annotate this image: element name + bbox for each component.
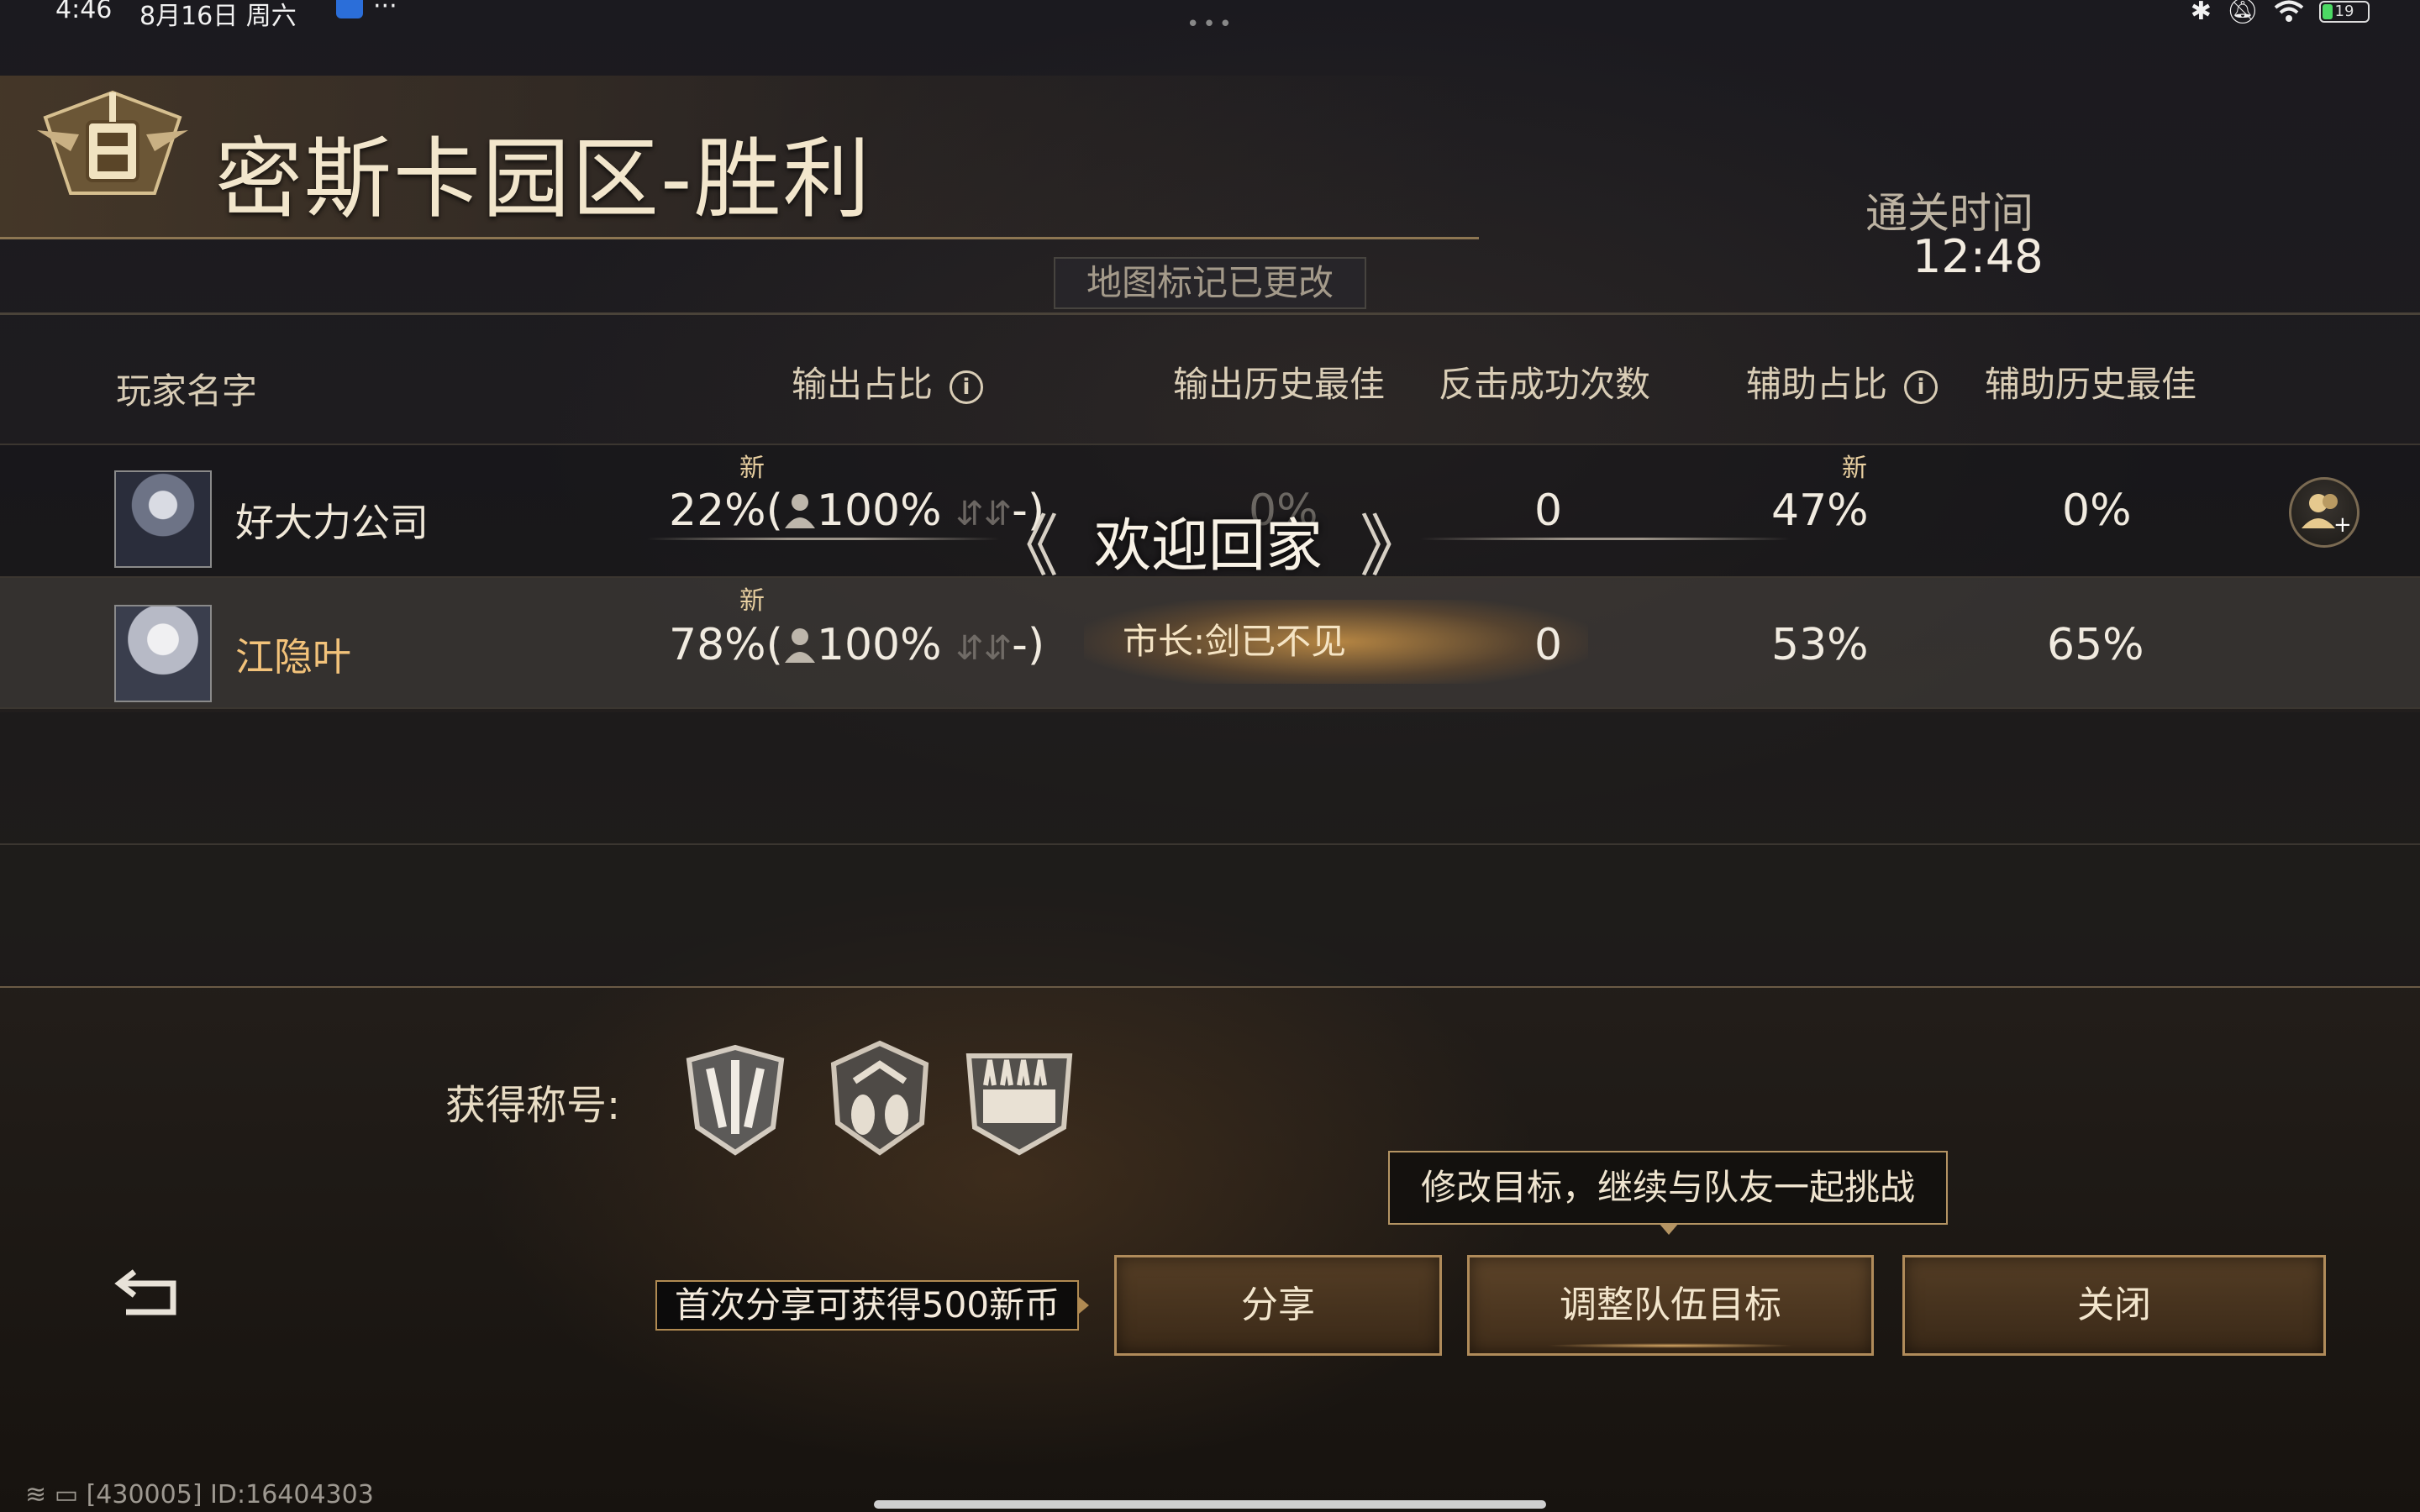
- svg-text:+: +: [2333, 512, 2352, 538]
- battery-icon: 19: [2319, 0, 2370, 23]
- damage-share-value: 22%(: [669, 486, 783, 536]
- footer-connection-info: ≋ ▭ [430005] ID:16404303: [25, 1480, 374, 1509]
- header-support-best: 辅助历史最佳: [1985, 364, 2197, 405]
- welcome-right-chevron: 》: [1360, 507, 1427, 585]
- damage-info-icon[interactable]: i: [950, 370, 984, 404]
- clear-time-value: 12:48: [1912, 230, 2044, 283]
- person-icon: [784, 494, 815, 528]
- player-name: 好大力公司: [235, 500, 429, 545]
- title-badge-fortress-icon[interactable]: [956, 1035, 1082, 1161]
- welcome-line-right: [1420, 538, 1790, 540]
- support-best-cell: 0%: [2062, 486, 2132, 536]
- home-indicator[interactable]: [874, 1500, 1546, 1509]
- page-title: 密斯卡园区-胜利: [215, 128, 872, 230]
- share-reward-hint: 首次分享可获得500新币: [655, 1280, 1079, 1331]
- status-date: 8月16日 周六: [139, 2, 297, 31]
- welcome-left-chevron: 《: [992, 507, 1059, 585]
- hidden-value-icon: ⇵⇵: [955, 629, 1013, 668]
- player-name: 江隐叶: [235, 634, 351, 680]
- status-bar: 4:46 8月16日 周六 ··· ••• ✱ 🔕︎ 19: [0, 0, 2420, 37]
- status-time: 4:46: [55, 0, 113, 24]
- damage-tail: -): [1012, 620, 1045, 670]
- damage-team-value: 100%: [816, 620, 942, 670]
- battery-level: 19: [2334, 2, 2354, 20]
- counter-cell: 0: [1534, 620, 1563, 670]
- header-support-share-label: 辅助占比: [1746, 364, 1888, 405]
- title-badge-claws-icon[interactable]: [672, 1035, 798, 1161]
- status-more: ···: [373, 0, 397, 21]
- titles-label: 获得称号:: [445, 1082, 621, 1129]
- wifi-icon: [2274, 0, 2304, 22]
- share-button[interactable]: 分享: [1114, 1255, 1442, 1356]
- avatar[interactable]: [114, 605, 212, 702]
- new-record-badge: 新: [739, 586, 765, 616]
- avatar[interactable]: [114, 470, 212, 568]
- mayor-title-banner: 市长:剑已不见: [1084, 600, 1588, 684]
- tooltip-arrow: [1659, 1223, 1679, 1235]
- add-friend-icon: +: [2302, 494, 2352, 538]
- counter-cell: 0: [1534, 486, 1563, 536]
- title-badge-footprint-icon[interactable]: [817, 1035, 943, 1161]
- header-support-share: 辅助占比 i: [1746, 356, 1939, 407]
- new-record-badge: 新: [739, 454, 765, 483]
- header-counter-count: 反击成功次数: [1439, 364, 1651, 405]
- header-damage-best: 输出历史最佳: [1173, 364, 1386, 405]
- table-divider: [0, 312, 2420, 315]
- person-icon: [784, 628, 815, 663]
- bluetooth-icon: ✱: [2190, 0, 2212, 26]
- support-share-cell: 53%: [1771, 620, 1869, 670]
- damage-share-value: 78%(: [669, 620, 783, 670]
- welcome-line-left: [647, 538, 1000, 540]
- victory-emblem-icon: [37, 90, 188, 195]
- status-right-icons: ✱ 🔕︎ 19: [2191, 0, 2370, 26]
- server-id: [430005] ID:16404303: [86, 1480, 374, 1509]
- header-damage-share: 输出占比 i: [792, 356, 984, 407]
- signal-icon: ≋: [25, 1480, 47, 1509]
- multitask-dots-icon[interactable]: •••: [1186, 12, 1235, 37]
- header-damage-share-label: 输出占比: [792, 364, 934, 405]
- map-notice: 地图标记已更改: [1054, 257, 1366, 309]
- back-arrow-icon[interactable]: [114, 1265, 185, 1319]
- mute-bell-icon: 🔕︎: [2226, 0, 2259, 26]
- damage-team-value: 100%: [816, 486, 942, 536]
- support-share-cell: 47%: [1771, 486, 1869, 536]
- empty-row: [0, 845, 2420, 988]
- damage-share-cell: 22%(100% ⇵⇵-): [669, 486, 1044, 536]
- support-info-icon[interactable]: i: [1904, 370, 1939, 404]
- welcome-banner: 欢迎回家: [1094, 513, 1323, 580]
- empty-row: [0, 712, 2420, 845]
- card-icon: ▭: [54, 1480, 79, 1509]
- header-player-name: 玩家名字: [116, 370, 258, 412]
- share-hint-arrow: [1079, 1297, 1089, 1314]
- add-friend-button[interactable]: +: [2289, 477, 2360, 548]
- support-best-cell: 65%: [2047, 620, 2144, 670]
- new-record-badge: 新: [1842, 454, 1867, 483]
- app-notification-icon: [336, 0, 363, 18]
- close-button[interactable]: 关闭: [1902, 1255, 2326, 1356]
- adjust-team-goal-button[interactable]: 调整队伍目标: [1467, 1255, 1874, 1356]
- damage-share-cell: 78%( 100% ⇵⇵-): [669, 620, 1044, 670]
- adjust-goal-tooltip: 修改目标，继续与队友一起挑战: [1388, 1151, 1948, 1225]
